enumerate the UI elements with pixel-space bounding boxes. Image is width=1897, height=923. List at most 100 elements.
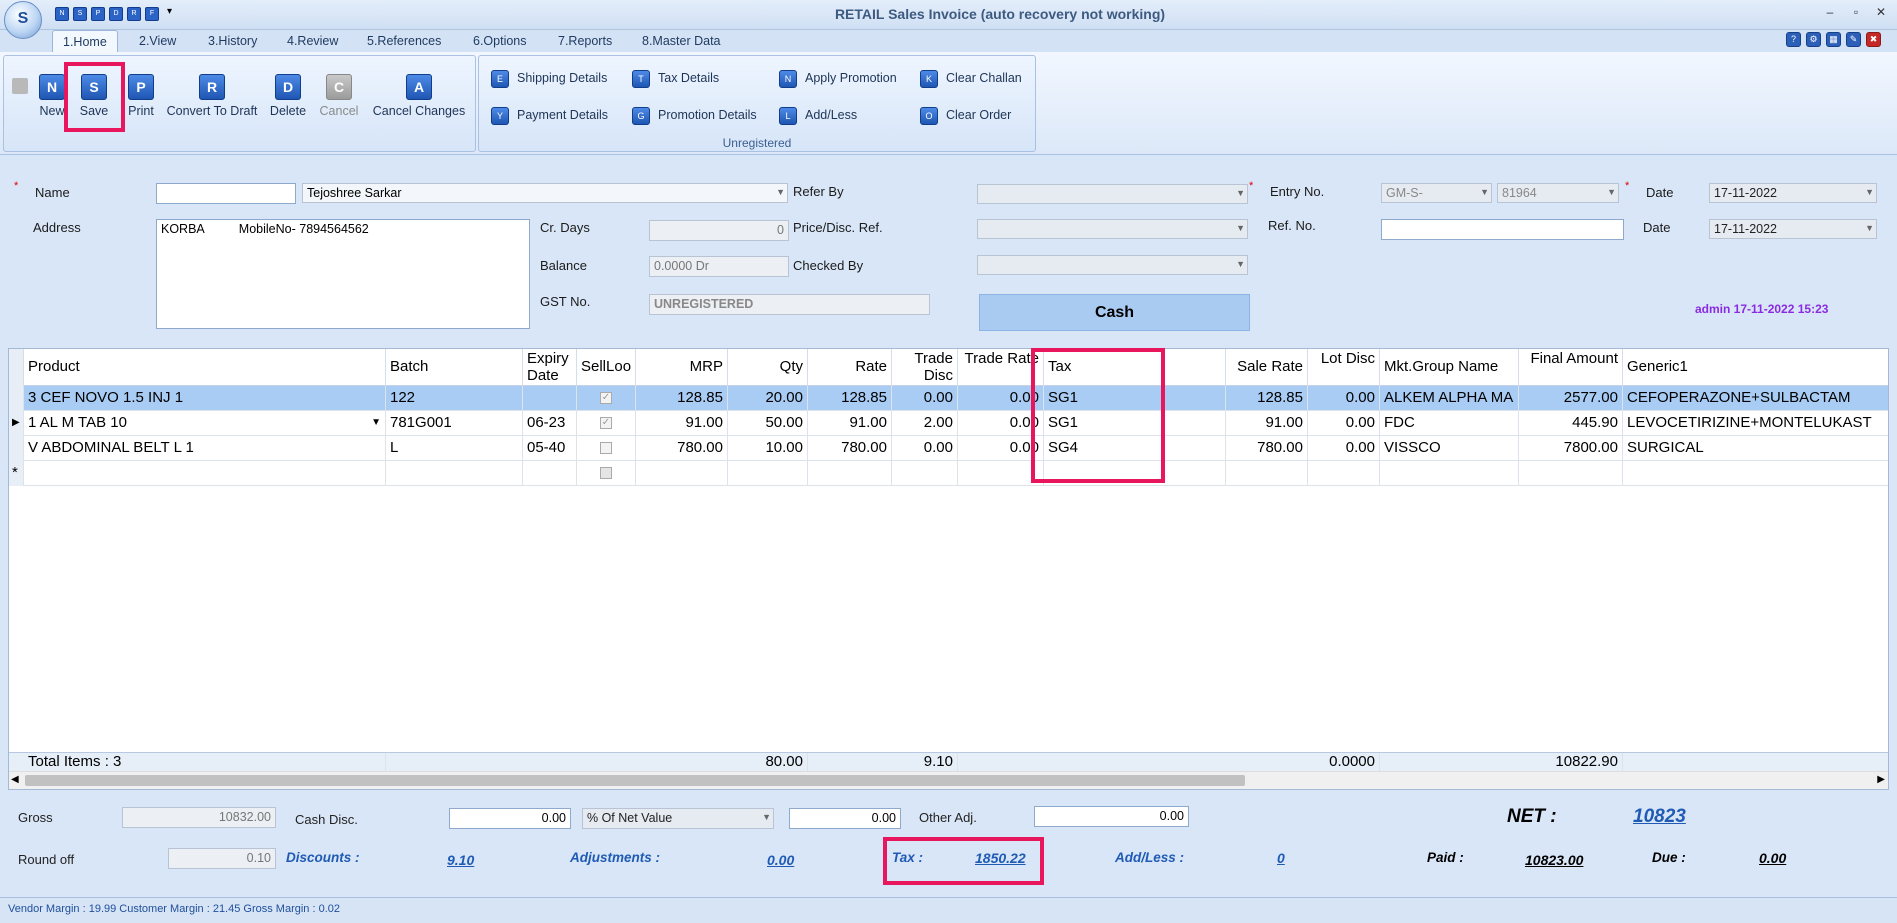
col-tax[interactable]: Tax bbox=[1044, 349, 1226, 386]
col-expiry[interactable]: Expiry Date bbox=[523, 349, 577, 386]
cancel-button[interactable]: C Cancel bbox=[309, 74, 369, 118]
clear-challan-button[interactable]: K Clear Challan bbox=[920, 68, 1022, 88]
scroll-right-icon[interactable]: ▶ bbox=[1877, 774, 1885, 785]
col-batch[interactable]: Batch bbox=[386, 349, 523, 386]
cell-mrp[interactable]: 780.00 bbox=[636, 436, 728, 461]
cell-sellloo[interactable]: ✓ bbox=[577, 386, 636, 411]
table-row[interactable]: 3 CEF NOVO 1.5 INJ 1 122 ✓ 128.85 20.00 … bbox=[9, 386, 1888, 411]
cell-product[interactable]: 3 CEF NOVO 1.5 INJ 1 bbox=[24, 386, 386, 411]
notes-icon[interactable]: ✎ bbox=[1846, 32, 1861, 47]
quick-new-icon[interactable]: N bbox=[55, 7, 69, 21]
name-code-input[interactable] bbox=[156, 183, 296, 204]
cell-lot-disc[interactable]: 0.00 bbox=[1308, 411, 1380, 436]
cell-sale-rate[interactable]: 780.00 bbox=[1226, 436, 1308, 461]
cell-trade-rate[interactable] bbox=[958, 461, 1044, 486]
add-less-button[interactable]: L Add/Less bbox=[779, 105, 857, 125]
cell-tax[interactable]: SG4 bbox=[1044, 436, 1226, 461]
cell-mkt-group[interactable]: FDC bbox=[1380, 411, 1519, 436]
quick-find-icon[interactable]: F bbox=[145, 7, 159, 21]
cell-final-amount[interactable]: 445.90 bbox=[1519, 411, 1623, 436]
cell-tax[interactable]: SG1 bbox=[1044, 411, 1226, 436]
cell-product[interactable]: V ABDOMINAL BELT L 1 bbox=[24, 436, 386, 461]
chevron-down-icon[interactable]: ▼ bbox=[371, 411, 381, 435]
shipping-details-button[interactable]: E Shipping Details bbox=[491, 68, 607, 88]
col-mkt-group[interactable]: Mkt.Group Name bbox=[1380, 349, 1519, 386]
checked-by-combo[interactable]: ▼ bbox=[977, 255, 1248, 275]
discounts-value[interactable]: 9.10 bbox=[447, 852, 474, 868]
tax-details-button[interactable]: T Tax Details bbox=[632, 68, 719, 88]
cell-generic1[interactable] bbox=[1623, 461, 1888, 486]
price-ref-combo[interactable]: ▼ bbox=[977, 219, 1248, 239]
chevron-down-icon[interactable]: ▼ bbox=[776, 187, 785, 197]
table-row[interactable]: V ABDOMINAL BELT L 1 L 05-40 780.00 10.0… bbox=[9, 436, 1888, 461]
disc-amount-input[interactable]: 0.00 bbox=[789, 808, 901, 829]
date-picker-1[interactable]: 17-11-2022 ▼ bbox=[1709, 183, 1877, 203]
chevron-down-icon[interactable]: ▼ bbox=[1236, 223, 1245, 233]
cell-product[interactable] bbox=[24, 461, 386, 486]
sellloose-checkbox[interactable]: ✓ bbox=[600, 417, 612, 430]
cell-final-amount[interactable] bbox=[1519, 461, 1623, 486]
cell-trade-disc[interactable]: 0.00 bbox=[892, 436, 958, 461]
refer-by-combo[interactable]: ▼ bbox=[977, 184, 1248, 204]
col-product[interactable]: Product bbox=[24, 349, 386, 386]
entry-no-combo[interactable]: 81964 ▼ bbox=[1497, 183, 1619, 203]
chevron-down-icon[interactable]: ▼ bbox=[762, 812, 771, 822]
cell-mrp[interactable]: 128.85 bbox=[636, 386, 728, 411]
chevron-down-icon[interactable]: ▼ bbox=[1236, 188, 1245, 198]
cell-sellloo[interactable] bbox=[577, 461, 636, 486]
other-adj-input[interactable]: 0.00 bbox=[1034, 806, 1189, 827]
row-header[interactable] bbox=[9, 436, 24, 461]
tab-reports[interactable]: 7.Reports bbox=[548, 30, 622, 52]
cell-lot-disc[interactable]: 0.00 bbox=[1308, 386, 1380, 411]
promotion-details-button[interactable]: G Promotion Details bbox=[632, 105, 757, 125]
due-value[interactable]: 0.00 bbox=[1759, 850, 1786, 866]
col-trade-rate[interactable]: Trade Rate bbox=[958, 349, 1044, 386]
col-sellloo[interactable]: SellLoo bbox=[577, 349, 636, 386]
cell-rate[interactable] bbox=[808, 461, 892, 486]
cell-expiry[interactable]: 06-23 bbox=[523, 411, 577, 436]
cell-expiry[interactable] bbox=[523, 386, 577, 411]
tab-history[interactable]: 3.History bbox=[198, 30, 267, 52]
cell-mrp[interactable] bbox=[636, 461, 728, 486]
entry-prefix-combo[interactable]: GM-S- ▼ bbox=[1381, 183, 1492, 203]
address-textarea[interactable]: KORBA MobileNo- 7894564562 bbox=[156, 219, 530, 329]
col-lot-disc[interactable]: Lot Disc bbox=[1308, 349, 1380, 386]
cell-lot-disc[interactable]: 0.00 bbox=[1308, 436, 1380, 461]
col-sale-rate[interactable]: Sale Rate bbox=[1226, 349, 1308, 386]
cell-rate[interactable]: 91.00 bbox=[808, 411, 892, 436]
cell-trade-rate[interactable]: 0.00 bbox=[958, 436, 1044, 461]
cell-sale-rate[interactable]: 128.85 bbox=[1226, 386, 1308, 411]
col-generic1[interactable]: Generic1 bbox=[1623, 349, 1888, 386]
cell-batch[interactable]: 781G001 bbox=[386, 411, 523, 436]
settings-icon[interactable]: ⚙ bbox=[1806, 32, 1821, 47]
tab-master-data[interactable]: 8.Master Data bbox=[632, 30, 731, 52]
scroll-left-icon[interactable]: ◀ bbox=[11, 774, 19, 785]
cell-sellloo[interactable] bbox=[577, 436, 636, 461]
paid-value[interactable]: 10823.00 bbox=[1525, 852, 1583, 868]
cell-batch[interactable]: 122 bbox=[386, 386, 523, 411]
exit-icon[interactable]: ✖ bbox=[1866, 32, 1881, 47]
cell-mkt-group[interactable]: ALKEM ALPHA MA bbox=[1380, 386, 1519, 411]
cell-trade-rate[interactable]: 0.00 bbox=[958, 411, 1044, 436]
convert-to-draft-button[interactable]: R Convert To Draft bbox=[166, 74, 258, 118]
row-header[interactable] bbox=[9, 386, 24, 411]
tab-references[interactable]: 5.References bbox=[357, 30, 451, 52]
add-less-value[interactable]: 0 bbox=[1277, 850, 1285, 866]
quick-print-icon[interactable]: P bbox=[91, 7, 105, 21]
cell-rate[interactable]: 128.85 bbox=[808, 386, 892, 411]
sellloose-checkbox[interactable]: ✓ bbox=[600, 392, 612, 405]
cash-disc-input[interactable]: 0.00 bbox=[449, 808, 571, 829]
cell-product[interactable]: 1 AL M TAB 10 ▼ bbox=[24, 411, 386, 436]
tab-home[interactable]: 1.Home bbox=[52, 30, 118, 52]
cell-final-amount[interactable]: 2577.00 bbox=[1519, 386, 1623, 411]
cell-qty[interactable]: 50.00 bbox=[728, 411, 808, 436]
cell-qty[interactable] bbox=[728, 461, 808, 486]
quick-access-dropdown-icon[interactable]: ▾ bbox=[167, 6, 172, 17]
cell-qty[interactable]: 20.00 bbox=[728, 386, 808, 411]
cell-tax[interactable]: SG1 bbox=[1044, 386, 1226, 411]
app-logo[interactable]: S bbox=[4, 1, 42, 39]
clear-order-button[interactable]: O Clear Order bbox=[920, 105, 1011, 125]
cell-trade-disc[interactable]: 0.00 bbox=[892, 386, 958, 411]
adjustments-value[interactable]: 0.00 bbox=[767, 852, 794, 868]
cash-button[interactable]: Cash bbox=[979, 294, 1250, 331]
